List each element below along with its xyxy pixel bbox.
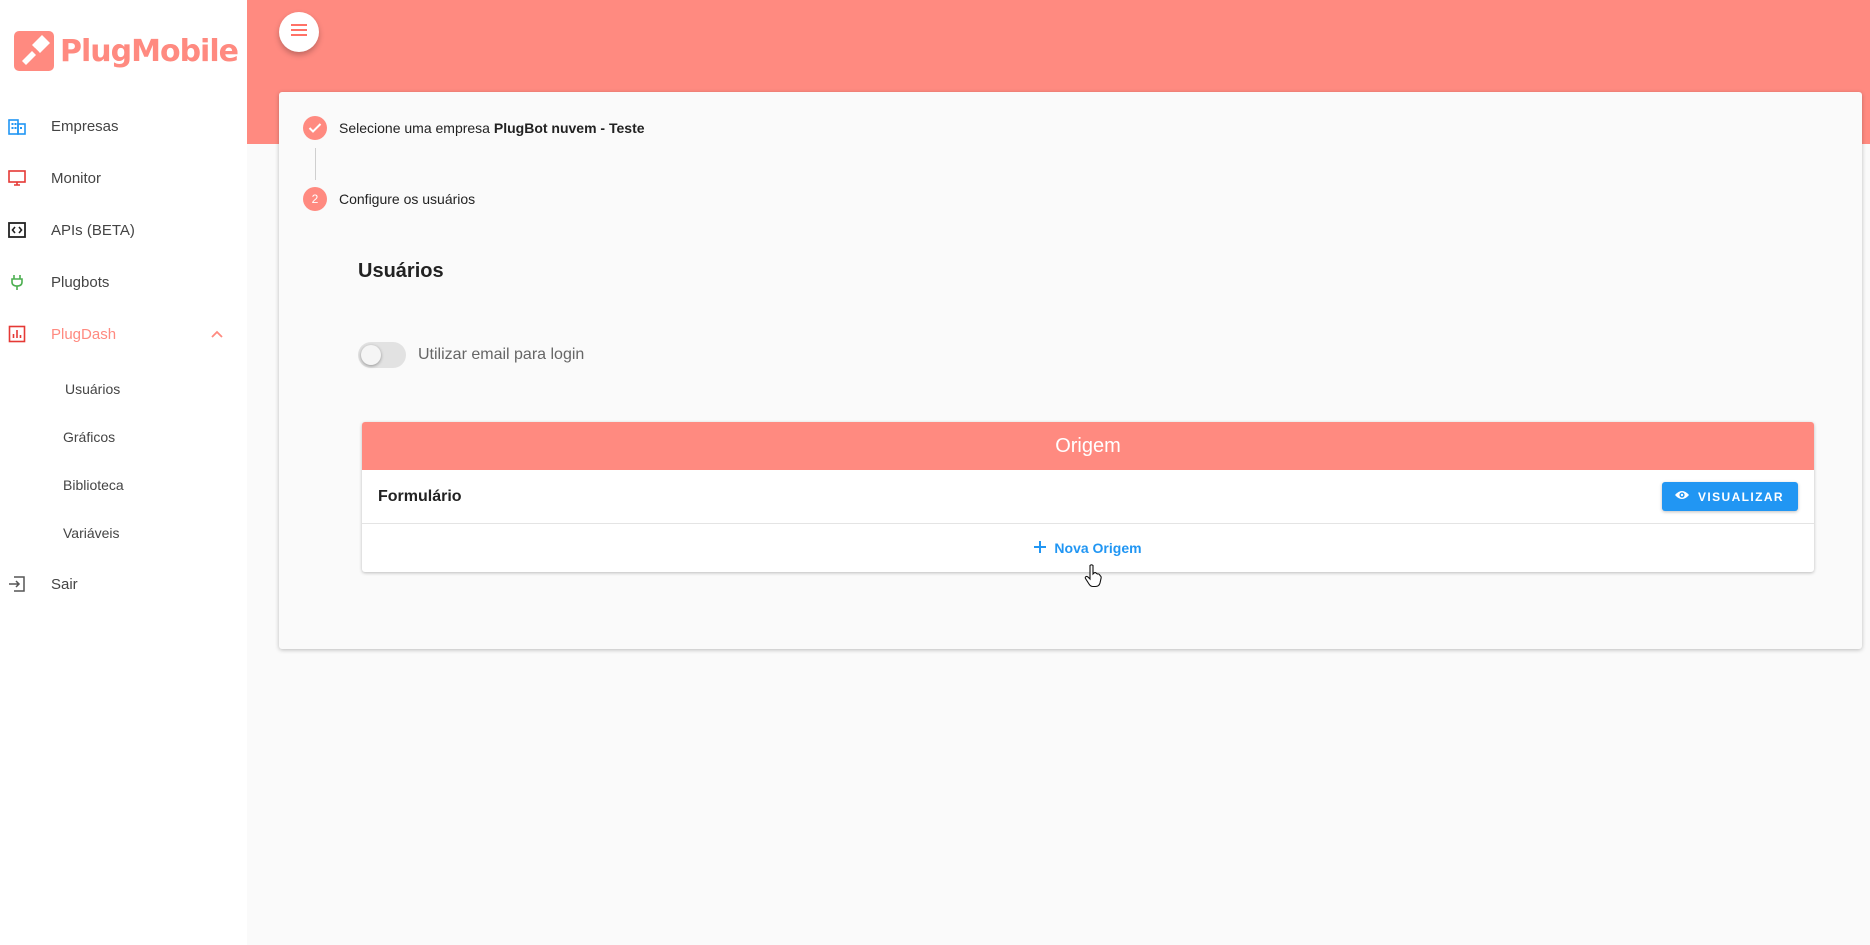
chart-icon	[8, 325, 26, 343]
origem-table: Origem Formulário VISUALIZAR Nova Origem	[362, 422, 1814, 572]
nova-origem-label: Nova Origem	[1054, 540, 1142, 556]
step-connector	[315, 148, 316, 180]
monitor-icon	[8, 169, 26, 187]
brand-name: PlugMobile	[60, 33, 239, 69]
sidebar-subitem-label: Variáveis	[63, 525, 120, 541]
sidebar-item-sair[interactable]: Sair	[0, 564, 247, 604]
logout-icon	[8, 575, 26, 593]
origem-name: Formulário	[378, 487, 462, 505]
sidebar-item-apis[interactable]: APIs (BETA)	[0, 210, 247, 250]
sidebar-subitem-variaveis[interactable]: Variáveis	[63, 514, 263, 552]
sidebar-item-monitor[interactable]: Monitor	[0, 158, 247, 198]
plus-icon	[1034, 540, 1047, 556]
step-value: PlugBot nuvem - Teste	[493, 120, 645, 136]
sidebar-item-label: Sair	[51, 575, 78, 593]
toggle-switch[interactable]	[358, 342, 406, 368]
sidebar-item-label: Plugbots	[51, 273, 110, 291]
sidebar-subitem-biblioteca[interactable]: Biblioteca	[63, 466, 263, 504]
sidebar-item-plugbots[interactable]: Plugbots	[0, 262, 247, 302]
step-number: 2	[303, 187, 327, 211]
sidebar-item-label: Monitor	[51, 169, 102, 187]
chevron-up-icon[interactable]	[210, 327, 224, 341]
brand-logo[interactable]: PlugMobile	[14, 30, 239, 72]
sidebar-subitem-label: Gráficos	[63, 429, 116, 445]
sidebar-subitem-label: Usuários	[65, 381, 121, 397]
step-configure-users[interactable]: 2 Configure os usuários	[303, 187, 475, 211]
sidebar-subitem-graficos[interactable]: Gráficos	[63, 418, 263, 456]
main-card: Selecione uma empresa PlugBot nuvem - Te…	[279, 92, 1862, 649]
toggle-knob	[361, 345, 381, 365]
step-select-company[interactable]: Selecione uma empresa PlugBot nuvem - Te…	[303, 116, 645, 140]
sidebar-item-empresas[interactable]: Empresas	[0, 106, 247, 146]
email-login-toggle[interactable]: Utilizar email para login	[358, 342, 584, 368]
toggle-label: Utilizar email para login	[418, 346, 585, 363]
sidebar-subitem-label: Biblioteca	[63, 477, 124, 493]
plug-logo-icon	[14, 31, 54, 71]
visualizar-label: VISUALIZAR	[1698, 489, 1784, 504]
sidebar-item-label: PlugDash	[51, 325, 117, 343]
table-row: Formulário VISUALIZAR	[362, 470, 1814, 524]
sidebar-item-label: Empresas	[51, 117, 119, 135]
menu-icon	[290, 23, 308, 42]
step-text: Selecione uma empresa	[339, 120, 490, 136]
menu-button[interactable]	[279, 12, 319, 52]
step-label: Selecione uma empresa PlugBot nuvem - Te…	[339, 120, 645, 136]
plug-icon	[8, 273, 26, 291]
building-icon	[8, 117, 26, 135]
hand-pointer-icon	[1084, 564, 1102, 588]
sidebar-item-label: APIs (BETA)	[51, 221, 135, 239]
visualizar-button[interactable]: VISUALIZAR	[1662, 482, 1798, 511]
step-label: Configure os usuários	[339, 191, 476, 207]
check-icon	[303, 116, 327, 140]
sidebar: PlugMobile Empresas Monitor APIs (BETA)	[0, 0, 247, 945]
origem-header: Origem	[362, 422, 1814, 470]
sidebar-subitem-usuarios[interactable]: Usuários	[65, 370, 265, 408]
eye-icon	[1674, 489, 1690, 504]
sidebar-item-plugdash[interactable]: PlugDash	[0, 314, 247, 354]
code-icon	[8, 221, 26, 239]
section-title: Usuários	[358, 260, 444, 282]
